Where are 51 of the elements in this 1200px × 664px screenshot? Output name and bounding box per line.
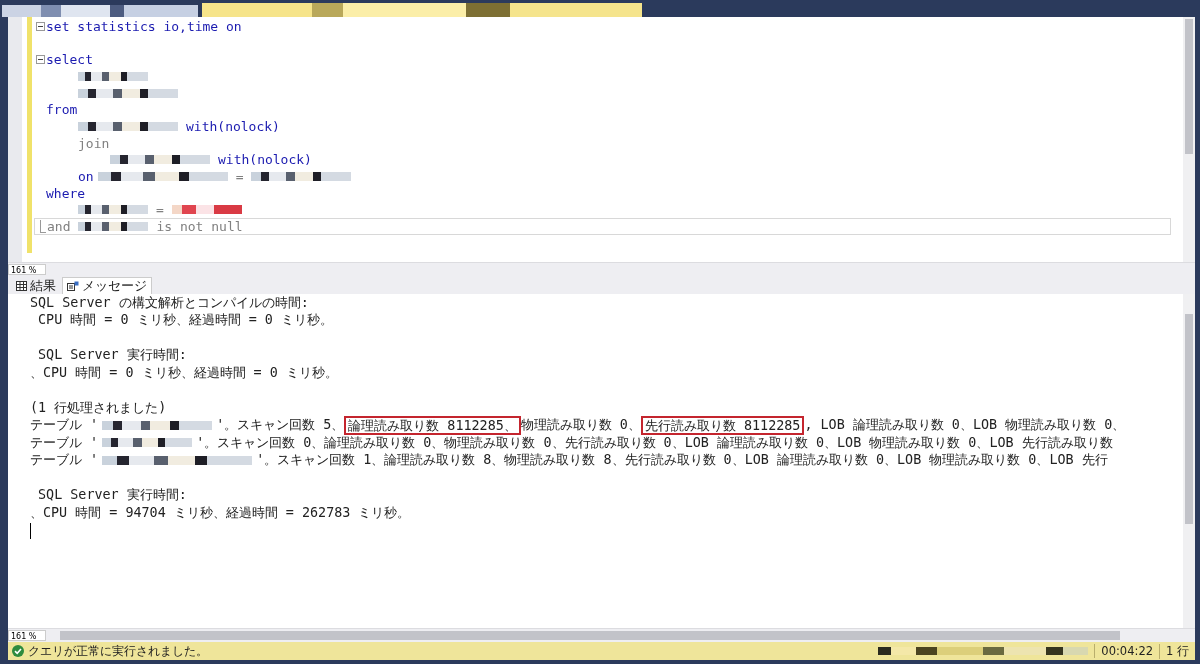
sql-keyword: where xyxy=(46,185,86,201)
message-text: 、CPU 時間 = 0 ミリ秒、経過時間 = 0 ミリ秒。 xyxy=(30,363,338,382)
row-count: 1 行 xyxy=(1159,643,1195,659)
message-text: テーブル ' xyxy=(30,451,99,470)
collapse-icon[interactable] xyxy=(35,55,45,65)
check-icon xyxy=(12,645,24,657)
code-text: is not null xyxy=(156,219,243,235)
sql-keyword: set statistics io,time on xyxy=(46,18,242,34)
collapse-icon[interactable] xyxy=(35,21,45,31)
message-text: '。スキャン回数 0、論理読み取り数 0、物理読み取り数 0、先行読み取り数 0、LOB 論理読み取り数 0、LOB 物理読み取り数 0、LOB 先行読み取り数 xyxy=(196,433,1113,452)
message-icon xyxy=(67,281,79,291)
message-text: (1 行処理されました) xyxy=(30,398,167,417)
code-text: join xyxy=(78,135,110,151)
message-text: SQL Server 実行時間: xyxy=(37,346,187,365)
redacted-block xyxy=(78,222,149,232)
highlighted-text: 先行読み取り数 8112285 xyxy=(640,415,805,435)
status-message: クエリが正常に実行されました。 xyxy=(28,643,209,659)
redacted-block xyxy=(78,205,148,215)
redacted-block xyxy=(171,205,242,215)
zoom-dropdown[interactable]: 161 % xyxy=(8,630,46,641)
sql-keyword: select xyxy=(46,52,93,68)
message-text: SQL Server 実行時間: xyxy=(37,486,187,505)
zoom-dropdown[interactable]: 161 % xyxy=(8,264,46,275)
sql-keyword: with(nolock) xyxy=(218,152,312,168)
message-text: テーブル ' xyxy=(30,433,99,452)
sql-keyword: from xyxy=(46,102,78,118)
grid-icon xyxy=(16,281,27,291)
elapsed-time: 00:04:22 xyxy=(1094,644,1159,658)
message-text: 物理読み取り数 0、 xyxy=(520,416,641,435)
code-text: = xyxy=(156,202,164,218)
code-text: and xyxy=(47,219,71,235)
highlighted-text: 論理読み取り数 8112285、 xyxy=(344,415,521,435)
scrollbar[interactable] xyxy=(1183,294,1195,628)
message-text: テーブル ' xyxy=(30,416,99,435)
message-text: , LOB 論理読み取り数 0、LOB 物理読み取り数 0、 xyxy=(804,416,1126,435)
results-tab[interactable]: メッセージ xyxy=(62,277,152,294)
sql-keyword: with(nolock) xyxy=(186,118,280,134)
code-text: = xyxy=(235,169,244,185)
message-text: SQL Server の構文解析とコンパイルの時間: xyxy=(30,294,309,312)
sql-keyword: on xyxy=(78,169,94,185)
message-text: 、CPU 時間 = 94704 ミリ秒、経過時間 = 262783 ミリ秒。 xyxy=(30,503,411,522)
text-cursor xyxy=(30,522,31,539)
message-text: '。スキャン回数 1、論理読み取り数 8、物理読み取り数 8、先行読み取り数 0、LOB 論理読み取り数 0、LOB 物理読み取り数 0、LOB 先行 xyxy=(256,451,1108,470)
document-tab[interactable] xyxy=(2,5,198,17)
fold-end-mark xyxy=(40,220,46,234)
message-text: CPU 時間 = 0 ミリ秒、経過時間 = 0 ミリ秒。 xyxy=(37,311,333,330)
message-text: '。スキャン回数 5、 xyxy=(216,416,345,435)
scrollbar[interactable] xyxy=(1183,17,1195,262)
document-tab[interactable] xyxy=(202,3,642,17)
results-tab[interactable]: 結果 xyxy=(12,278,60,294)
redacted-block xyxy=(78,71,148,81)
